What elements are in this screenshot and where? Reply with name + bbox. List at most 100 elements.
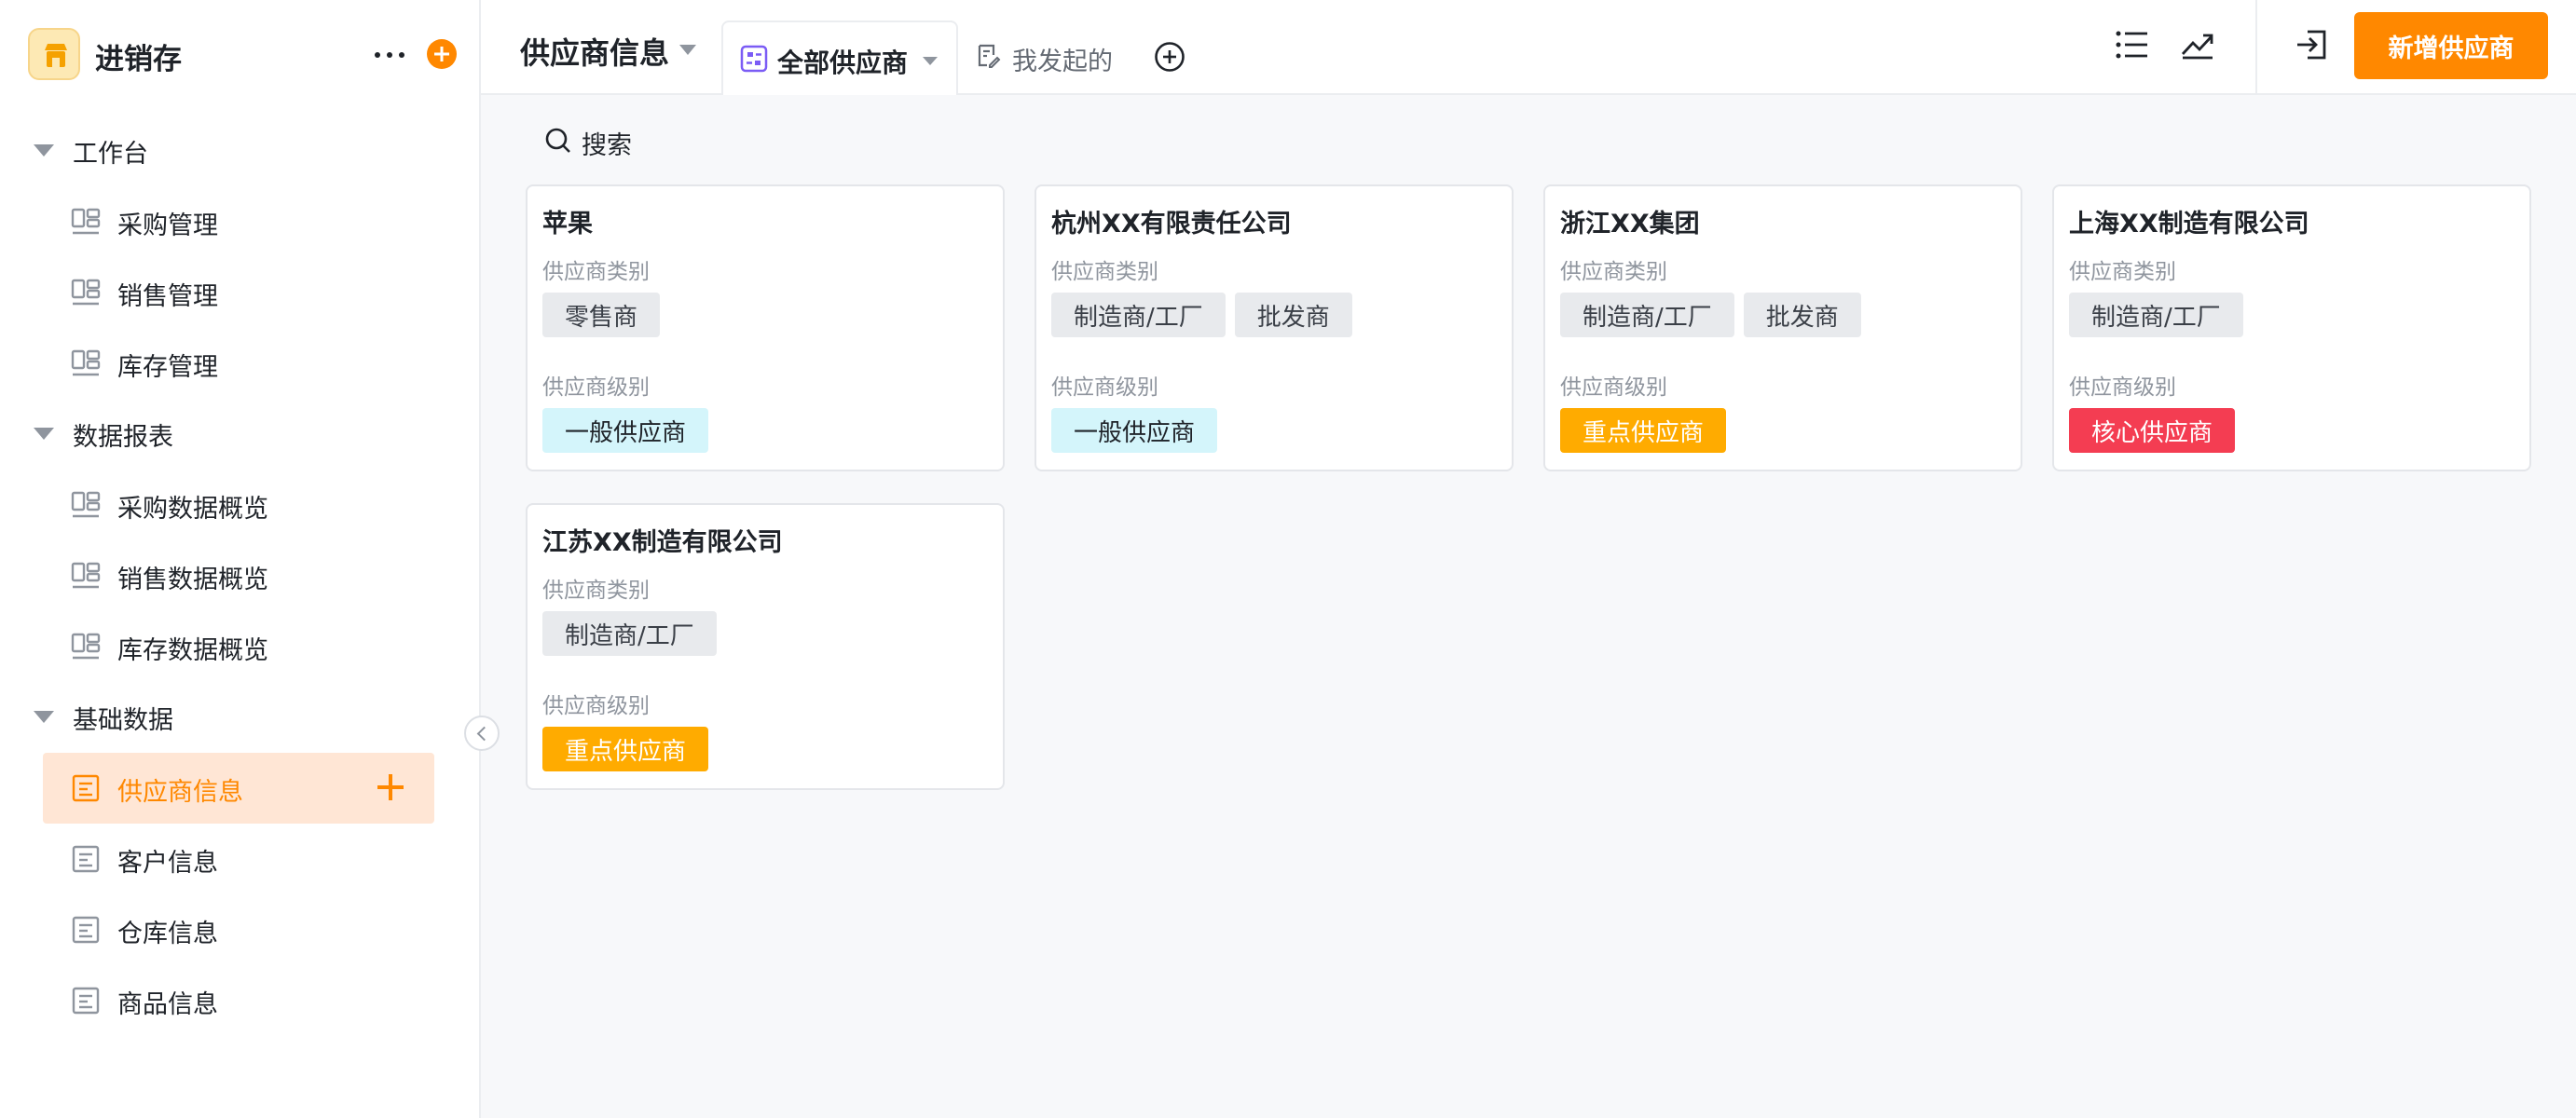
sidebar-group-label: 工作台	[73, 139, 148, 169]
chevron-down-icon[interactable]	[923, 57, 938, 65]
level-tags: 重点供应商	[1560, 408, 1727, 453]
category-tag: 制造商/工厂	[1560, 293, 1734, 337]
store-icon	[28, 28, 80, 80]
category-tag: 制造商/工厂	[2069, 293, 2243, 337]
form-icon	[72, 774, 100, 802]
tab-label: 我发起的	[1012, 48, 1113, 76]
search-button[interactable]: 搜索	[544, 123, 731, 160]
category-field-label: 供应商类别	[542, 260, 650, 284]
dashboard-icon	[71, 562, 101, 589]
main-content: 搜索 苹果 供应商类别 零售商 供应商级别 一般供应商 杭州XX有限责任公司 供应商类别 制造…	[481, 95, 2576, 1118]
tab-all-suppliers[interactable]: 全部供应商	[721, 20, 958, 97]
supplier-name: 上海XX制造有限公司	[2069, 210, 2309, 239]
level-tags: 一般供应商	[542, 408, 709, 453]
sidebar-item-label: 销售数据概览	[117, 566, 268, 594]
page-title[interactable]: 供应商信息	[520, 30, 669, 73]
level-field-label: 供应商级别	[542, 375, 650, 400]
level-badge: 一般供应商	[1051, 408, 1218, 453]
add-circle-icon[interactable]	[427, 39, 457, 69]
category-tag: 批发商	[1743, 293, 1861, 337]
level-tags: 重点供应商	[542, 727, 709, 771]
level-tags: 一般供应商	[1051, 408, 1218, 453]
supplier-card[interactable]: 浙江XX集团供应商类别制造商/工厂 批发商供应商级别重点供应商	[1543, 184, 2022, 471]
sidebar-group[interactable]: 数据报表	[0, 399, 479, 470]
category-field-label: 供应商类别	[1560, 260, 1667, 284]
sidebar-group[interactable]: 工作台	[0, 116, 479, 186]
chevron-down-icon[interactable]	[679, 45, 696, 55]
sidebar-item[interactable]: 客户信息	[43, 824, 434, 894]
supplier-card[interactable]: 杭州XX有限责任公司 供应商类别 制造商/工厂 批发商 供应商级别 一般供应商	[1035, 184, 1514, 471]
sidebar-item-label: 销售管理	[117, 282, 218, 311]
add-supplier-button[interactable]: 新增供应商	[2354, 12, 2548, 79]
sidebar-item[interactable]: 采购管理	[43, 186, 434, 257]
search-label: 搜索	[582, 131, 632, 160]
caret-down-icon	[34, 428, 54, 440]
sidebar-item-label: 商品信息	[117, 990, 218, 1019]
level-badge: 重点供应商	[542, 727, 709, 771]
sidebar-item[interactable]: 销售管理	[43, 257, 434, 328]
category-field-label: 供应商类别	[542, 579, 650, 603]
category-tag: 制造商/工厂	[542, 611, 717, 656]
category-tags: 制造商/工厂 批发商	[1560, 293, 1861, 337]
sidebar-item[interactable]: 商品信息	[43, 965, 434, 1036]
form-icon	[72, 845, 100, 873]
sidebar: 进销存 工作台采购管理销售管理库存管理数据报表采购数据概览 销售数据概览 库存数据概…	[0, 0, 481, 1118]
level-field-label: 供应商级别	[1560, 375, 1667, 400]
level-badge: 一般供应商	[542, 408, 709, 453]
collapse-sidebar-icon[interactable]	[464, 716, 500, 751]
sidebar-item[interactable]: 采购数据概览	[43, 470, 434, 540]
level-field-label: 供应商级别	[1051, 375, 1158, 400]
supplier-name: 苹果	[542, 210, 593, 239]
sidebar-item-label: 库存管理	[117, 353, 218, 382]
more-icon[interactable]	[373, 35, 406, 73]
app-brand: 进销存	[28, 28, 466, 80]
sidebar-group[interactable]: 基础数据	[0, 682, 479, 753]
supplier-name: 杭州XX有限责任公司	[1051, 210, 1292, 239]
sidebar-nav: 工作台采购管理销售管理库存管理数据报表采购数据概览 销售数据概览 库存数据概览基础数…	[0, 116, 479, 1036]
sidebar-item-label: 客户信息	[117, 849, 218, 878]
sidebar-item-label: 仓库信息	[117, 920, 218, 948]
topbar: 供应商信息 全部供应商 我发起的 新增供应商	[481, 0, 2576, 97]
sidebar-item-label: 采购数据概览	[117, 495, 268, 524]
category-tags: 制造商/工厂	[2069, 293, 2243, 337]
sidebar-item[interactable]: 库存数据概览	[43, 611, 434, 682]
supplier-name: 江苏XX制造有限公司	[542, 528, 783, 557]
exit-icon[interactable]	[2295, 28, 2328, 61]
search-icon	[545, 128, 570, 153]
tab-label: 全部供应商	[777, 48, 909, 78]
level-field-label: 供应商级别	[2069, 375, 2176, 400]
category-tag: 制造商/工厂	[1051, 293, 1226, 337]
supplier-card[interactable]: 苹果供应商类别零售商供应商级别一般供应商	[526, 184, 1005, 471]
sidebar-item[interactable]: 供应商信息	[43, 753, 434, 824]
caret-down-icon	[34, 711, 54, 723]
sidebar-item[interactable]: 库存管理	[43, 328, 434, 399]
list-icon[interactable]	[2116, 30, 2149, 60]
category-tags: 零售商	[542, 293, 661, 337]
level-field-label: 供应商级别	[542, 694, 650, 718]
sidebar-item[interactable]: 销售数据概览	[43, 540, 434, 611]
dashboard-icon	[71, 279, 101, 306]
gallery-view-icon	[740, 45, 768, 73]
add-record-icon[interactable]	[375, 771, 406, 803]
category-tags: 制造商/工厂	[542, 611, 717, 656]
dashboard-icon	[71, 633, 101, 660]
trend-icon[interactable]	[2181, 30, 2214, 60]
supplier-card[interactable]: 上海XX制造有限公司 供应商类别 制造商/工厂 供应商级别 核心供应商	[2052, 184, 2531, 471]
category-tag: 批发商	[1234, 293, 1352, 337]
form-icon	[72, 916, 100, 944]
category-tags: 制造商/工厂 批发商	[1051, 293, 1352, 337]
app-root: 进销存 工作台采购管理销售管理库存管理数据报表采购数据概览 销售数据概览 库存数据概…	[0, 0, 2576, 1118]
dashboard-icon	[71, 491, 101, 518]
add-view-icon[interactable]	[1154, 41, 1185, 73]
topbar-divider	[2255, 0, 2257, 93]
tab-my-initiated[interactable]: 我发起的	[975, 37, 1143, 76]
sidebar-group-label: 数据报表	[73, 422, 173, 452]
sidebar-group-label: 基础数据	[73, 705, 173, 735]
sidebar-item[interactable]: 仓库信息	[43, 894, 434, 965]
supplier-name: 浙江XX集团	[1560, 210, 1700, 239]
app-name: 进销存	[95, 43, 182, 76]
dashboard-icon	[71, 349, 101, 376]
supplier-card[interactable]: 江苏XX制造有限公司供应商类别制造商/工厂供应商级别重点供应商	[526, 503, 1005, 790]
level-tags: 核心供应商	[2069, 408, 2236, 453]
sidebar-item-label: 库存数据概览	[117, 636, 268, 665]
